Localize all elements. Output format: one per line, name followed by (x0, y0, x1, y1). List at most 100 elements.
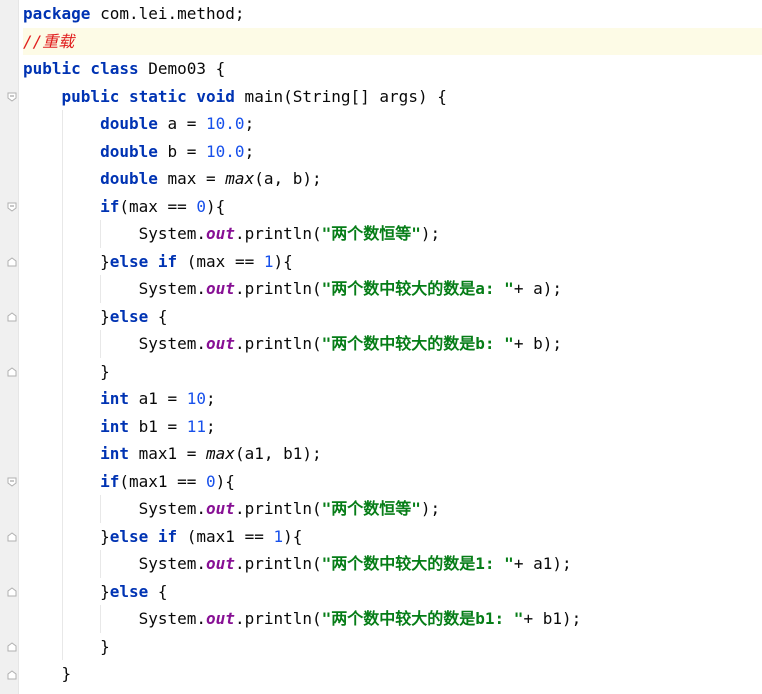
indent-guide (100, 550, 102, 578)
code-token-plain: b1 = (128, 416, 187, 436)
code-line[interactable]: int max1 = max(a1, b1); (23, 440, 762, 468)
code-token-str: "两个数恒等" (321, 224, 421, 243)
code-line[interactable]: }else { (23, 577, 762, 605)
indent-guide (61, 165, 63, 193)
code-token-plain: .println( (234, 554, 322, 573)
code-token-plain: a1 = (128, 389, 187, 408)
code-token-kw: else (109, 581, 149, 601)
code-token-num: 10.0 (206, 114, 245, 133)
fold-close-icon[interactable] (7, 642, 17, 652)
code-token-plain: ){ (283, 526, 303, 546)
code-token-plain: System. (23, 609, 207, 628)
code-token-plain: } (23, 306, 110, 326)
code-token-plain: } (23, 636, 110, 656)
indent-guide (61, 247, 63, 275)
code-token-plain: .println( (234, 334, 322, 353)
indent-guide (61, 275, 63, 303)
code-token-plain: System. (23, 224, 207, 243)
code-token-plain: ); (420, 224, 441, 243)
indent-guide (61, 440, 63, 468)
fold-open-icon[interactable] (7, 202, 17, 212)
code-line[interactable]: public class Demo03 { (23, 55, 762, 83)
code-line[interactable]: int a1 = 10; (23, 385, 762, 413)
code-line[interactable]: double max = max(a, b); (23, 165, 762, 193)
code-token-plain: + b1); (523, 609, 582, 628)
fold-close-icon[interactable] (7, 532, 17, 542)
code-token-plain: System. (23, 554, 207, 573)
code-line[interactable]: System.out.println("两个数中较大的数是1: "+ a1); (23, 550, 762, 578)
code-token-plain: ); (420, 499, 441, 518)
code-line[interactable]: }else if (max1 == 1){ (23, 522, 762, 550)
code-line[interactable]: } (23, 357, 762, 385)
code-line[interactable]: if(max1 == 0){ (23, 467, 762, 495)
indent-guide (61, 522, 63, 550)
indent-guide (61, 220, 63, 248)
code-line[interactable]: double b = 10.0; (23, 137, 762, 165)
code-token-plain: (max == (177, 251, 264, 271)
code-line[interactable]: }else { (23, 302, 762, 330)
code-token-plain: (a1, b1); (234, 444, 322, 463)
indent-guide (61, 632, 63, 660)
code-line[interactable]: System.out.println("两个数恒等"); (23, 220, 762, 248)
fold-close-icon[interactable] (7, 367, 17, 377)
fold-open-icon[interactable] (7, 477, 17, 487)
code-token-plain: ){ (215, 471, 235, 491)
fold-close-icon[interactable] (7, 670, 17, 680)
code-token-str: "两个数中较大的数是1: " (321, 554, 514, 573)
code-token-plain: System. (23, 279, 207, 298)
indent-guide (61, 550, 63, 578)
fold-close-icon[interactable] (7, 587, 17, 597)
fold-close-icon[interactable] (7, 257, 17, 267)
indent-guide (100, 275, 102, 303)
code-token-plain: .println( (234, 224, 322, 243)
code-line[interactable]: System.out.println("两个数中较大的数是b1: "+ b1); (23, 605, 762, 633)
code-token-kw: else if (109, 251, 178, 271)
code-editor[interactable]: package com.lei.method; //重载 public class … (0, 0, 762, 694)
indent-guide (100, 605, 102, 633)
code-token-field: out (206, 279, 235, 298)
fold-close-icon[interactable] (7, 312, 17, 322)
code-token-kw: double (100, 114, 158, 133)
indent-guide (61, 330, 63, 358)
code-line[interactable]: System.out.println("两个数中较大的数是b: "+ b); (23, 330, 762, 358)
code-token-plain: { (148, 306, 168, 326)
code-token-plain: ; (206, 416, 216, 436)
code-token-plain: (a, b); (254, 169, 322, 188)
indent-guide (61, 357, 63, 385)
indent-guide (61, 137, 63, 165)
indent-guide (61, 110, 63, 138)
code-token-plain: .println( (234, 609, 322, 628)
code-token-field: out (206, 334, 235, 353)
code-line[interactable]: } (23, 632, 762, 660)
code-area[interactable]: package com.lei.method; //重载 public class … (23, 0, 762, 688)
code-token-plain: .println( (234, 279, 322, 298)
fold-open-icon[interactable] (7, 92, 17, 102)
code-line[interactable]: double a = 10.0; (23, 110, 762, 138)
code-token-kw: else (109, 306, 149, 326)
code-line[interactable]: } (23, 660, 762, 688)
code-token-field: out (206, 224, 235, 243)
code-line[interactable]: public static void main(String[] args) { (23, 83, 762, 111)
indent-guide (61, 605, 63, 633)
code-token-plain: a = (157, 114, 207, 133)
editor-gutter[interactable] (0, 0, 19, 694)
code-token-plain: + a); (513, 279, 562, 298)
code-token-plain: ){ (273, 251, 293, 271)
code-line[interactable]: if(max == 0){ (23, 192, 762, 220)
code-token-kw: public class (23, 59, 139, 78)
code-token-kw: int (100, 444, 129, 463)
code-token-kw: int (100, 389, 129, 408)
code-token-plain: } (23, 251, 110, 271)
code-line[interactable]: //重载 (23, 27, 762, 55)
code-line[interactable]: System.out.println("两个数中较大的数是a: "+ a); (23, 275, 762, 303)
indent-guide (100, 330, 102, 358)
code-line[interactable]: int b1 = 11; (23, 412, 762, 440)
code-line[interactable]: package com.lei.method; (23, 0, 762, 28)
code-line[interactable]: }else if (max == 1){ (23, 247, 762, 275)
code-line[interactable]: System.out.println("两个数恒等"); (23, 495, 762, 523)
code-token-static-call: max (225, 169, 255, 188)
indent-guide (61, 467, 63, 495)
code-token-kw: double (100, 169, 158, 188)
code-token-kw: if (100, 196, 120, 216)
